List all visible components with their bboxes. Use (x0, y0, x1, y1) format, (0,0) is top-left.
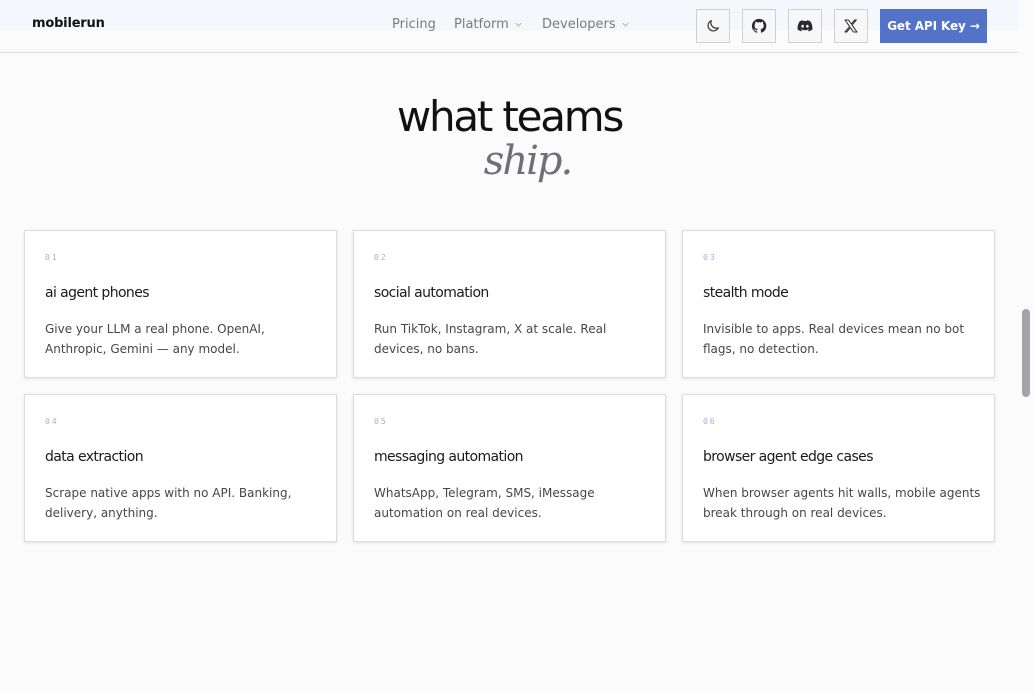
use-case-card: 03 stealth mode Invisible to apps. Real … (682, 230, 995, 378)
get-api-key-label: Get API Key → (887, 19, 980, 33)
theme-toggle-button[interactable] (696, 9, 730, 43)
card-description: Invisible to apps. Real devices mean no … (703, 322, 965, 356)
use-case-card: 01 ai agent phones Give your LLM a real … (24, 230, 337, 378)
nav-platform-menu[interactable]: Platform (454, 17, 523, 32)
scrollbar-thumb[interactable] (1022, 309, 1030, 397)
discord-button[interactable] (788, 9, 822, 43)
moon-icon (707, 20, 719, 32)
logo[interactable]: mobilerun (32, 16, 105, 31)
github-icon (751, 18, 767, 33)
card-title: stealth mode (703, 285, 789, 301)
card-title: browser agent edge cases (703, 449, 873, 465)
nav-platform-label: Platform (454, 17, 509, 32)
heading-line-2: ship. (483, 138, 573, 184)
use-case-card: 06 browser agent edge cases When browser… (682, 394, 995, 542)
github-button[interactable] (742, 9, 776, 43)
section-heading: what teams ship. (0, 90, 1019, 184)
card-number: 04 (45, 417, 59, 426)
card-description: Give your LLM a real phone. OpenAI, Anth… (45, 322, 265, 356)
card-title: social automation (374, 285, 489, 301)
use-case-card: 05 messaging automation WhatsApp, Telegr… (353, 394, 666, 542)
nav-developers-menu[interactable]: Developers (542, 17, 630, 32)
chevron-down-icon (622, 22, 629, 27)
x-icon (844, 19, 858, 33)
chevron-down-icon (515, 22, 522, 27)
x-button[interactable] (834, 9, 868, 43)
logo-text: mobilerun (32, 16, 105, 31)
card-title: messaging automation (374, 449, 524, 465)
use-case-card: 04 data extraction Scrape native apps wi… (24, 394, 337, 542)
nav-pricing-link[interactable]: Pricing (392, 17, 436, 32)
top-nav-bar: mobilerun Pricing Platform Developers Ge… (0, 0, 1019, 53)
card-description: Run TikTok, Instagram, X at scale. Real … (374, 322, 607, 356)
heading-line-1: what teams (396, 92, 625, 141)
card-description: Scrape native apps with no API. Banking,… (45, 486, 292, 520)
card-number: 05 (374, 417, 388, 426)
card-number: 03 (703, 253, 717, 262)
card-number: 01 (45, 253, 59, 262)
nav-pricing-label: Pricing (392, 17, 436, 32)
card-number: 06 (703, 417, 717, 426)
nav-developers-label: Developers (542, 17, 616, 32)
use-case-card: 02 social automation Run TikTok, Instagr… (353, 230, 666, 378)
card-title: ai agent phones (45, 285, 150, 301)
card-description: WhatsApp, Telegram, SMS, iMessage automa… (374, 486, 595, 520)
card-number: 02 (374, 253, 388, 262)
discord-icon (797, 20, 813, 32)
get-api-key-button[interactable]: Get API Key → (880, 9, 987, 43)
card-description: When browser agents hit walls, mobile ag… (703, 486, 981, 520)
card-title: data extraction (45, 449, 144, 465)
